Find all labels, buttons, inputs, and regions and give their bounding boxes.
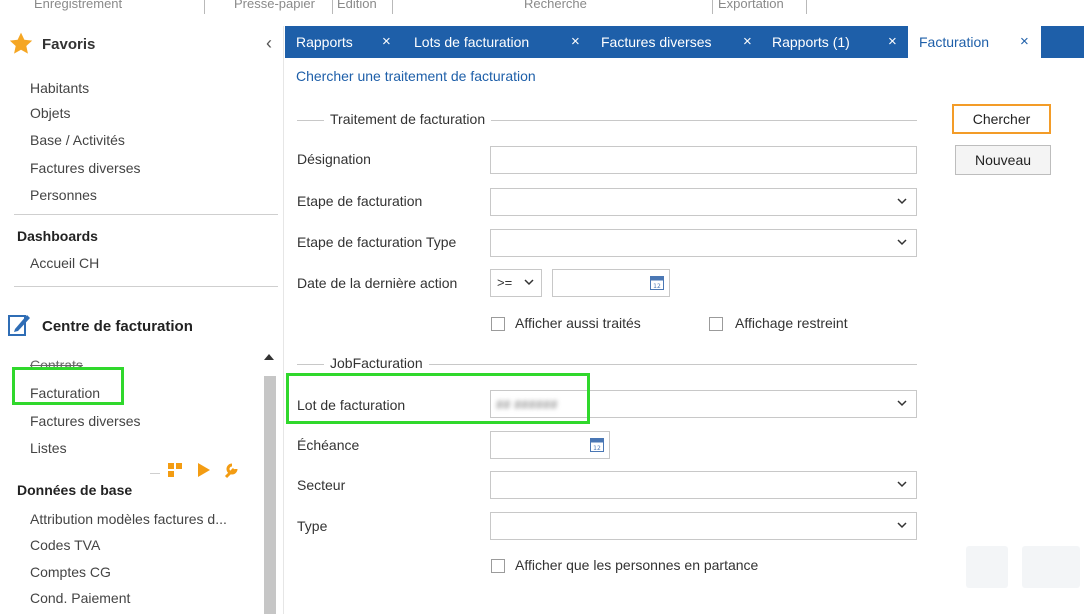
close-tab-icon[interactable]: ×	[888, 26, 897, 58]
type-label: Type	[297, 518, 328, 534]
donnees-base-title: Données de base	[17, 482, 133, 498]
calendar-icon[interactable]: 12	[590, 436, 604, 452]
sidebar-divider	[150, 473, 160, 474]
edit-document-icon	[8, 315, 30, 336]
affichage-restreint-checkbox[interactable]	[709, 317, 723, 331]
sidebar: Favoris ‹ Habitants Objets Base / Activi…	[0, 26, 284, 614]
lot-value: ## ######	[496, 397, 558, 412]
close-tab-icon[interactable]: ×	[571, 26, 580, 58]
secteur-label: Secteur	[297, 477, 346, 493]
sidebar-item-personnes[interactable]: Personnes	[30, 187, 97, 203]
ribbon-group-labels: Enregistrement Presse-papier Edition Rec…	[0, 0, 1084, 20]
sidebar-item-codes-tva[interactable]: Codes TVA	[30, 537, 100, 553]
echeance-label: Échéance	[297, 437, 360, 453]
page-title: Chercher une traitement de facturation	[296, 68, 536, 84]
centre-facturation-title: Centre de facturation	[42, 318, 193, 335]
ribbon-group-exportation: Exportation	[718, 0, 784, 11]
ribbon-group-enregistrement: Enregistrement	[34, 0, 123, 11]
star-icon	[9, 32, 33, 54]
tab-rapports[interactable]: Rapports ×	[285, 26, 398, 58]
tab-label: Lots de facturation	[414, 34, 530, 50]
personnes-partance-label: Afficher que les personnes en partance	[515, 557, 759, 573]
date-action-label: Date de la dernière action	[297, 275, 458, 291]
tab-factures-diverses[interactable]: Factures diverses ×	[590, 26, 758, 58]
tab-lots-de-facturation[interactable]: Lots de facturation ×	[403, 26, 595, 58]
favorites-header[interactable]: Favoris ‹	[0, 26, 284, 64]
chevron-down-icon	[897, 400, 907, 407]
etape-type-label: Etape de facturation Type	[297, 234, 457, 250]
floating-widget[interactable]	[1022, 546, 1080, 588]
calendar-icon[interactable]: 12	[650, 274, 664, 290]
sidebar-divider	[14, 214, 278, 215]
svg-text:12: 12	[653, 283, 661, 290]
dashboards-title: Dashboards	[17, 228, 98, 244]
chevron-down-icon	[897, 198, 907, 205]
chevron-down-icon	[897, 522, 907, 529]
collapse-sidebar-icon[interactable]: ‹	[266, 34, 272, 52]
close-tab-icon[interactable]: ×	[382, 26, 391, 58]
designation-label: Désignation	[297, 151, 371, 167]
etape-label: Etape de facturation	[297, 193, 423, 209]
ribbon-separator	[204, 0, 205, 14]
section-jobfacturation-title: JobFacturation	[324, 355, 429, 371]
operator-value: >=	[497, 275, 513, 290]
sidebar-item-habitants[interactable]: Habitants	[30, 80, 89, 96]
designation-input[interactable]	[490, 146, 917, 174]
sidebar-item-base-activites[interactable]: Base / Activités	[30, 132, 125, 148]
sidebar-item-attribution-modeles[interactable]: Attribution modèles factures d...	[30, 511, 227, 527]
chevron-down-icon	[524, 279, 534, 286]
sidebar-item-facturation[interactable]: Facturation	[30, 385, 100, 401]
tab-label: Rapports	[296, 34, 353, 50]
afficher-traites-label: Afficher aussi traités	[515, 315, 641, 331]
sidebar-item-accueil-ch[interactable]: Accueil CH	[30, 255, 99, 271]
favorites-title: Favoris	[42, 36, 96, 53]
blocks-icon[interactable]	[168, 463, 182, 477]
ribbon-separator	[392, 0, 393, 14]
type-select[interactable]	[490, 512, 917, 540]
date-operator-select[interactable]: >=	[490, 269, 542, 297]
new-button[interactable]: Nouveau	[955, 145, 1051, 175]
tab-label: Facturation	[919, 34, 990, 50]
ribbon-group-presse-papier: Presse-papier	[234, 0, 315, 11]
sidebar-divider	[14, 286, 278, 287]
close-tab-icon[interactable]: ×	[1020, 26, 1029, 58]
sidebar-item-objets[interactable]: Objets	[30, 105, 70, 121]
section-traitement-title: Traitement de facturation	[324, 111, 492, 127]
lot-label: Lot de facturation	[297, 397, 406, 413]
wrench-icon[interactable]	[224, 463, 238, 479]
sidebar-item-factures-diverses-2[interactable]: Factures diverses	[30, 413, 140, 429]
sidebar-item-comptes-cg[interactable]: Comptes CG	[30, 564, 111, 580]
tool-icons	[168, 463, 238, 479]
search-button[interactable]: Chercher	[952, 104, 1051, 134]
play-icon[interactable]	[198, 463, 210, 477]
ribbon-group-recherche: Recherche	[524, 0, 587, 11]
svg-text:12: 12	[593, 445, 601, 452]
chevron-down-icon	[897, 239, 907, 246]
ribbon-separator	[806, 0, 807, 14]
affichage-restreint-label: Affichage restreint	[735, 315, 848, 331]
floating-widget[interactable]	[966, 546, 1008, 588]
tab-label: Factures diverses	[601, 34, 712, 50]
ribbon-group-edition: Edition	[337, 0, 377, 11]
sidebar-item-cond-paiement[interactable]: Cond. Paiement	[30, 590, 130, 606]
afficher-traites-checkbox[interactable]	[491, 317, 505, 331]
chevron-down-icon	[897, 481, 907, 488]
scroll-up-arrow-icon[interactable]	[264, 354, 274, 360]
etape-select[interactable]	[490, 188, 917, 216]
sidebar-scrollbar-thumb[interactable]	[264, 376, 276, 614]
secteur-select[interactable]	[490, 471, 917, 499]
etape-type-select[interactable]	[490, 229, 917, 257]
sidebar-item-factures-diverses[interactable]: Factures diverses	[30, 160, 140, 176]
ribbon-separator	[332, 0, 333, 14]
tab-label: Rapports (1)	[772, 34, 850, 50]
tab-facturation[interactable]: Facturation ×	[908, 26, 1041, 58]
tab-bar: Rapports × Lots de facturation × Facture…	[285, 26, 1084, 58]
sidebar-item-listes[interactable]: Listes	[30, 440, 67, 456]
personnes-partance-checkbox[interactable]	[491, 559, 505, 573]
ribbon-separator	[712, 0, 713, 14]
tab-rapports-1[interactable]: Rapports (1) ×	[761, 26, 901, 58]
sidebar-item-contrats[interactable]: Contrats	[30, 357, 83, 373]
close-tab-icon[interactable]: ×	[743, 26, 752, 58]
